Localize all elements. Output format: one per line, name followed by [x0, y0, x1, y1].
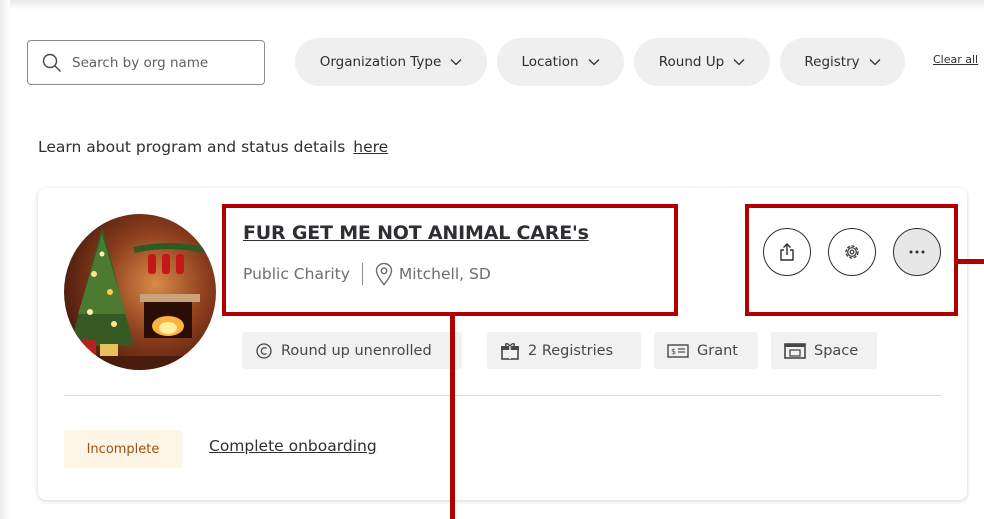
chip-label: Grant — [697, 342, 738, 359]
org-avatar — [64, 214, 216, 370]
annotation-line-actions — [958, 259, 984, 264]
chip-space: Space — [771, 332, 877, 369]
filter-label: Location — [521, 54, 579, 70]
search-icon — [42, 53, 61, 72]
filter-label: Organization Type — [319, 54, 442, 70]
chevron-down-icon — [450, 59, 462, 66]
annotation-box-org-info — [222, 204, 678, 316]
annotation-line-org-info — [450, 316, 455, 519]
card-divider — [64, 395, 941, 396]
grant-icon: $ — [667, 343, 689, 358]
chevron-down-icon — [588, 59, 600, 66]
clear-all-link[interactable]: Clear all — [933, 53, 978, 66]
chip-registries: 2 Registries — [487, 332, 641, 369]
chip-round-up: Round up unenrolled — [242, 332, 462, 369]
annotation-box-actions — [745, 204, 958, 316]
filter-round-up[interactable]: Round Up — [634, 38, 770, 86]
space-icon — [784, 342, 806, 359]
status-badge: Incomplete — [64, 430, 182, 468]
filter-organization-type[interactable]: Organization Type — [295, 38, 487, 86]
chip-grant: $ Grant — [654, 332, 758, 369]
chip-label: Space — [814, 342, 859, 359]
filter-location[interactable]: Location — [497, 38, 624, 86]
filter-label: Round Up — [658, 54, 725, 70]
learn-here-link[interactable]: here — [353, 138, 388, 156]
filter-label: Registry — [804, 54, 860, 70]
chevron-down-icon — [869, 59, 881, 66]
learn-text: Learn about program and status details he… — [38, 138, 388, 156]
gift-icon — [501, 342, 519, 360]
filter-registry[interactable]: Registry — [780, 38, 905, 86]
left-shade — [0, 0, 10, 519]
page: Organization Type Location Round Up Regi… — [0, 0, 984, 519]
top-shade — [0, 0, 984, 10]
chip-label: 2 Registries — [528, 342, 614, 359]
chip-label: Round up unenrolled — [281, 342, 432, 359]
complete-onboarding-link[interactable]: Complete onboarding — [209, 437, 377, 455]
search-box[interactable] — [27, 40, 265, 85]
chevron-down-icon — [733, 59, 745, 66]
roundup-icon — [256, 342, 272, 359]
search-input[interactable] — [70, 53, 244, 72]
svg-text:$: $ — [671, 347, 676, 356]
learn-label: Learn about program and status details — [38, 138, 346, 156]
